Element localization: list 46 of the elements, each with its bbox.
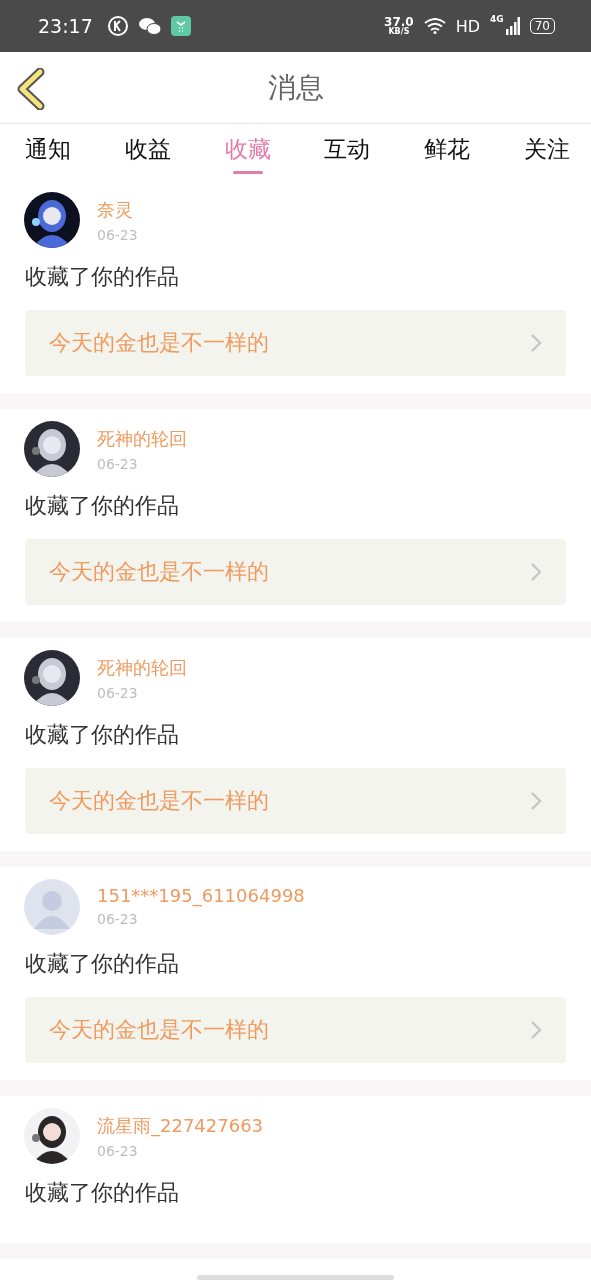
battery-level: 70 (529, 18, 555, 34)
user-name[interactable]: 死神的轮回 (97, 427, 187, 451)
signal-icon (505, 17, 520, 35)
work-card[interactable]: 今天的金也是不一样的 (25, 310, 566, 376)
work-title: 今天的金也是不一样的 (49, 329, 269, 357)
user-name[interactable]: 奈灵 (97, 198, 138, 222)
work-card[interactable]: 今天的金也是不一样的 (25, 997, 566, 1063)
network-type: 4G (490, 14, 504, 24)
tab[interactable]: 关注 (511, 124, 583, 180)
message-date: 06-23 (97, 685, 139, 701)
message-text: 收藏了你的作品 (25, 1179, 180, 1207)
tab[interactable]: 鲜花 (411, 124, 484, 180)
message-date: 06-23 (97, 456, 139, 472)
message-text: 收藏了你的作品 (25, 492, 180, 520)
message-date: 06-23 (97, 1143, 139, 1159)
network-speed: 37.0 (384, 16, 414, 28)
k-circle-icon (106, 15, 129, 37)
user-name[interactable]: 151***195_611064998 (97, 885, 305, 906)
chevron-right-icon (530, 791, 542, 811)
speed-unit: KB/S (388, 28, 410, 36)
message-date: 06-23 (97, 911, 139, 927)
user-name[interactable]: 死神的轮回 (97, 656, 187, 680)
page-title: 消息 (267, 69, 324, 106)
chevron-right-icon (530, 333, 542, 353)
wifi-icon (423, 18, 446, 34)
work-title: 今天的金也是不一样的 (49, 787, 269, 815)
work-card[interactable]: 今天的金也是不一样的 (25, 768, 566, 834)
message-text: 收藏了你的作品 (25, 721, 180, 749)
message-text: 收藏了你的作品 (25, 950, 180, 978)
tab[interactable]: 互动 (311, 124, 384, 180)
chevron-right-icon (530, 562, 542, 582)
work-title: 今天的金也是不一样的 (49, 1016, 269, 1044)
tab[interactable]: 收益 (111, 124, 184, 180)
message-date: 06-23 (97, 227, 138, 243)
tab[interactable]: 通知 (12, 124, 84, 180)
chevron-right-icon (530, 1020, 542, 1040)
work-title: 今天的金也是不一样的 (49, 558, 269, 586)
hd-label: HD (455, 16, 481, 36)
work-card[interactable]: 今天的金也是不一样的 (25, 539, 566, 605)
message-text: 收藏了你的作品 (25, 263, 180, 291)
back-icon[interactable] (16, 68, 46, 110)
clock: 23:17 (38, 15, 93, 37)
app-icon (170, 16, 191, 36)
user-name[interactable]: 流星雨_227427663 (97, 1114, 264, 1138)
chat-icon (138, 17, 161, 35)
tab[interactable]: 收藏 (211, 124, 284, 180)
